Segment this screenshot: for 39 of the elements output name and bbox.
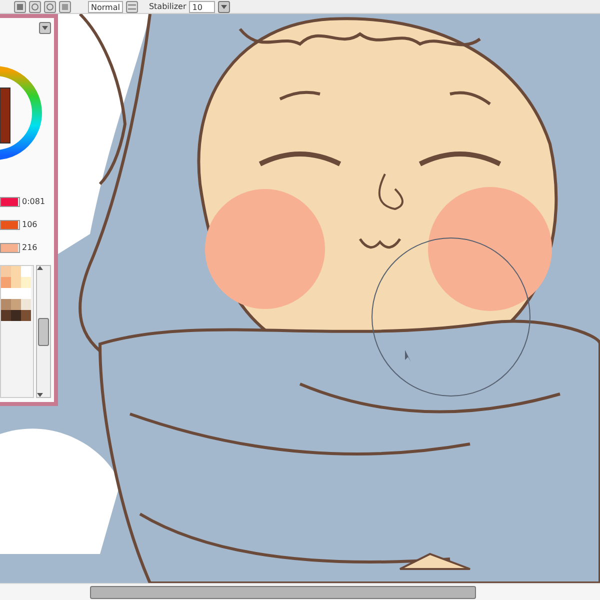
stabilizer-label: Stabilizer xyxy=(148,2,186,11)
slider-value: 216 xyxy=(22,243,38,252)
color-swatch[interactable] xyxy=(11,277,21,288)
down-arrow-icon xyxy=(37,393,43,397)
color-swatch[interactable] xyxy=(1,277,11,288)
blend-mode-select[interactable]: Normal xyxy=(88,0,123,12)
down-arrow-icon xyxy=(42,26,48,30)
color-swatch[interactable] xyxy=(11,299,21,310)
slider-value: 106 xyxy=(22,220,38,229)
horizontal-scrollbar[interactable] xyxy=(0,583,600,600)
stabilizer-field[interactable]: 10 xyxy=(189,0,216,12)
color-swatch[interactable] xyxy=(21,310,31,321)
color-swatch[interactable] xyxy=(21,266,31,277)
scroll-thumb[interactable] xyxy=(38,318,49,346)
tool-button[interactable] xyxy=(126,0,138,12)
color-swatch[interactable] xyxy=(21,299,31,310)
color-swatch[interactable] xyxy=(1,310,11,321)
color-swatch[interactable] xyxy=(11,266,21,277)
color-swatch[interactable] xyxy=(1,266,11,277)
lines-icon xyxy=(128,4,136,10)
color-swatch[interactable] xyxy=(21,277,31,288)
color-swatch[interactable] xyxy=(11,310,21,321)
color-swatch[interactable] xyxy=(1,288,11,299)
tool-button[interactable] xyxy=(14,0,26,12)
scrollbar[interactable] xyxy=(36,265,51,398)
dropdown-button[interactable] xyxy=(39,22,51,34)
color-swatch[interactable] xyxy=(21,288,31,299)
dropdown-button[interactable] xyxy=(218,0,230,12)
brush-cursor-icon xyxy=(370,236,532,398)
square-icon xyxy=(62,4,68,10)
down-arrow-icon xyxy=(221,4,228,8)
color-swatch[interactable] xyxy=(1,299,11,310)
square-icon xyxy=(17,4,23,10)
scroll-thumb[interactable] xyxy=(90,586,476,598)
tool-button[interactable] xyxy=(29,0,41,12)
slider-value: 0:081 xyxy=(22,197,46,206)
tool-button[interactable] xyxy=(44,0,56,12)
tool-button[interactable] xyxy=(59,0,71,12)
up-arrow-icon xyxy=(37,266,43,270)
